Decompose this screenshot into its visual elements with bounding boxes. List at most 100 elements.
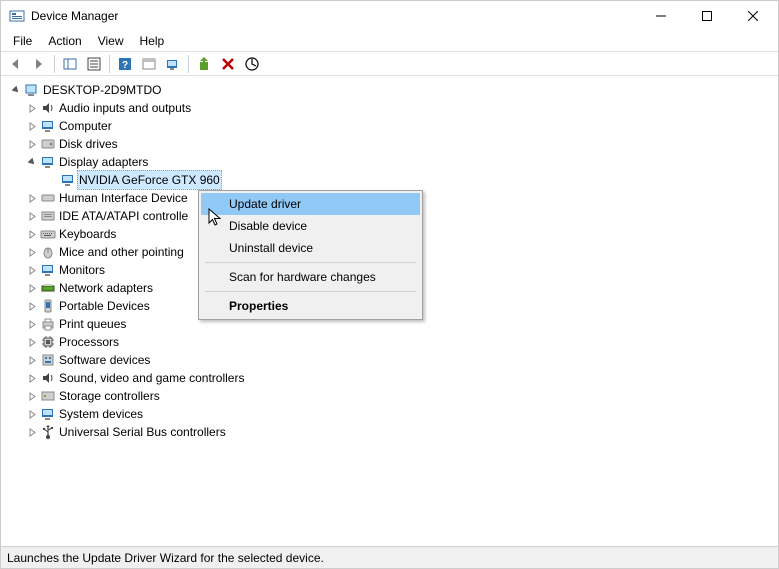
hid-icon bbox=[39, 190, 57, 206]
properties-button[interactable] bbox=[82, 53, 106, 75]
tree-label: Universal Serial Bus controllers bbox=[57, 423, 228, 441]
context-menu-scan-hardware[interactable]: Scan for hardware changes bbox=[201, 266, 420, 288]
context-menu-separator bbox=[205, 262, 416, 263]
menu-action[interactable]: Action bbox=[40, 32, 89, 50]
statusbar: Launches the Update Driver Wizard for th… bbox=[1, 546, 778, 568]
menu-view[interactable]: View bbox=[90, 32, 132, 50]
context-menu-properties[interactable]: Properties bbox=[201, 295, 420, 317]
uninstall-button[interactable] bbox=[216, 53, 240, 75]
tree-root[interactable]: DESKTOP-2D9MTDO bbox=[5, 81, 778, 99]
computer-icon bbox=[23, 82, 41, 98]
display-adapter-icon bbox=[59, 172, 77, 188]
tree-item-display[interactable]: Display adapters bbox=[5, 153, 778, 171]
window-title: Device Manager bbox=[31, 9, 638, 23]
tree-item-software[interactable]: Software devices bbox=[5, 351, 778, 369]
tree-label: IDE ATA/ATAPI controlle bbox=[57, 207, 190, 225]
maximize-button[interactable] bbox=[684, 1, 730, 31]
disk-icon bbox=[39, 136, 57, 152]
tree-item-system[interactable]: System devices bbox=[5, 405, 778, 423]
display-adapter-icon bbox=[39, 154, 57, 170]
tree-item-sound[interactable]: Sound, video and game controllers bbox=[5, 369, 778, 387]
expander-icon[interactable] bbox=[25, 248, 39, 257]
expander-icon[interactable] bbox=[25, 266, 39, 275]
context-menu-separator bbox=[205, 291, 416, 292]
keyboard-icon bbox=[39, 226, 57, 242]
app-icon bbox=[9, 8, 25, 24]
tree-label: NVIDIA GeForce GTX 960 bbox=[77, 170, 222, 190]
sound-icon bbox=[39, 370, 57, 386]
toolbar-divider bbox=[109, 55, 110, 73]
software-icon bbox=[39, 352, 57, 368]
tree-label: Human Interface Device bbox=[57, 189, 190, 207]
window-controls bbox=[638, 1, 776, 31]
svg-text:?: ? bbox=[122, 60, 128, 71]
help-button[interactable]: ? bbox=[113, 53, 137, 75]
tree-label: Storage controllers bbox=[57, 387, 162, 405]
context-menu: Update driver Disable device Uninstall d… bbox=[198, 190, 423, 320]
expander-icon[interactable] bbox=[25, 284, 39, 293]
tree-label: Disk drives bbox=[57, 135, 120, 153]
tree-label: Portable Devices bbox=[57, 297, 152, 315]
context-menu-update-driver[interactable]: Update driver bbox=[201, 193, 420, 215]
expander-icon[interactable] bbox=[25, 302, 39, 311]
tree-item-processors[interactable]: Processors bbox=[5, 333, 778, 351]
expander-icon[interactable] bbox=[25, 140, 39, 149]
tree-label: Sound, video and game controllers bbox=[57, 369, 246, 387]
mouse-icon bbox=[39, 244, 57, 260]
toolbar: ? bbox=[1, 51, 778, 76]
tree-item-gpu[interactable]: NVIDIA GeForce GTX 960 bbox=[5, 171, 778, 189]
forward-button[interactable] bbox=[27, 53, 51, 75]
expander-icon[interactable] bbox=[25, 428, 39, 437]
monitor-icon bbox=[39, 118, 57, 134]
portable-icon bbox=[39, 298, 57, 314]
menubar: File Action View Help bbox=[1, 31, 778, 51]
cpu-icon bbox=[39, 334, 57, 350]
close-button[interactable] bbox=[730, 1, 776, 31]
show-hide-console-button[interactable] bbox=[58, 53, 82, 75]
expander-icon[interactable] bbox=[25, 320, 39, 329]
disable-button[interactable] bbox=[240, 53, 264, 75]
expander-icon[interactable] bbox=[25, 230, 39, 239]
scan-hardware-button[interactable] bbox=[161, 53, 185, 75]
menu-help[interactable]: Help bbox=[132, 32, 173, 50]
tree-item-computer[interactable]: Computer bbox=[5, 117, 778, 135]
tree-item-disk[interactable]: Disk drives bbox=[5, 135, 778, 153]
expander-icon[interactable] bbox=[25, 212, 39, 221]
expander-icon[interactable] bbox=[25, 410, 39, 419]
network-icon bbox=[39, 280, 57, 296]
expander-icon[interactable] bbox=[25, 356, 39, 365]
tree-label: Keyboards bbox=[57, 225, 118, 243]
context-menu-uninstall-device[interactable]: Uninstall device bbox=[201, 237, 420, 259]
tree-label: Software devices bbox=[57, 351, 152, 369]
tree-label: Audio inputs and outputs bbox=[57, 99, 193, 117]
printer-icon bbox=[39, 316, 57, 332]
context-menu-disable-device[interactable]: Disable device bbox=[201, 215, 420, 237]
tree-label: Display adapters bbox=[57, 153, 150, 171]
tree-item-storage[interactable]: Storage controllers bbox=[5, 387, 778, 405]
expander-icon[interactable] bbox=[25, 392, 39, 401]
status-text: Launches the Update Driver Wizard for th… bbox=[7, 551, 324, 565]
tree-label: Monitors bbox=[57, 261, 107, 279]
tree-label: Computer bbox=[57, 117, 114, 135]
expander-icon[interactable] bbox=[25, 104, 39, 113]
expander-icon[interactable] bbox=[25, 194, 39, 203]
update-driver-button[interactable] bbox=[192, 53, 216, 75]
tree-label: DESKTOP-2D9MTDO bbox=[41, 81, 163, 99]
tree-item-audio[interactable]: Audio inputs and outputs bbox=[5, 99, 778, 117]
storage-icon bbox=[39, 388, 57, 404]
usb-icon bbox=[39, 424, 57, 440]
tree-label: Network adapters bbox=[57, 279, 155, 297]
expander-icon[interactable] bbox=[25, 158, 39, 167]
back-button[interactable] bbox=[3, 53, 27, 75]
menu-file[interactable]: File bbox=[5, 32, 40, 50]
titlebar: Device Manager bbox=[1, 1, 778, 31]
expander-icon[interactable] bbox=[25, 338, 39, 347]
toolbar-divider bbox=[188, 55, 189, 73]
expander-icon[interactable] bbox=[25, 122, 39, 131]
tree-item-usb[interactable]: Universal Serial Bus controllers bbox=[5, 423, 778, 441]
tree-label: System devices bbox=[57, 405, 145, 423]
expander-icon[interactable] bbox=[25, 374, 39, 383]
action-button[interactable] bbox=[137, 53, 161, 75]
minimize-button[interactable] bbox=[638, 1, 684, 31]
expander-icon[interactable] bbox=[9, 86, 23, 95]
